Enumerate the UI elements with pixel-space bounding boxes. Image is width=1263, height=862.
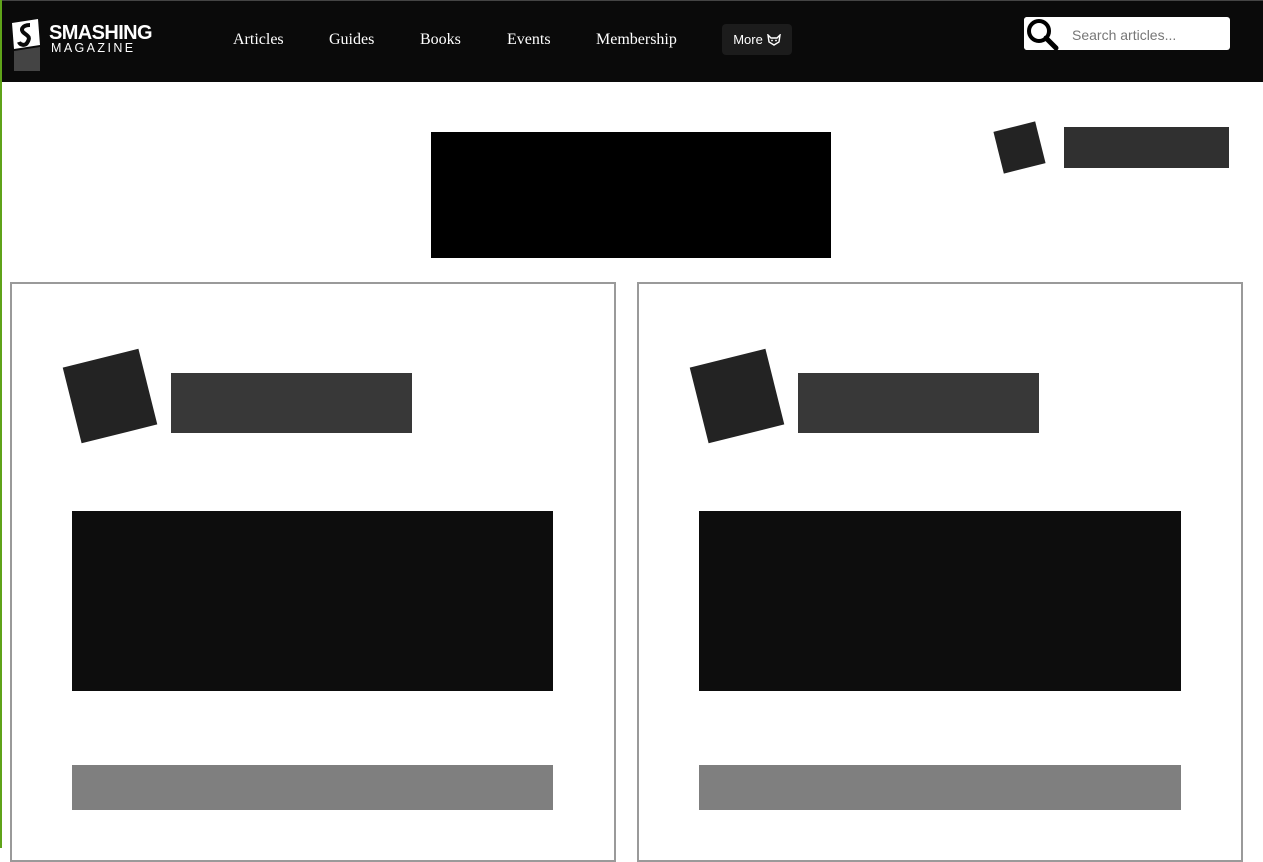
nav-guides[interactable]: Guides [329,31,374,49]
article-card [10,282,616,862]
card-text-placeholder [699,765,1181,810]
smashing-logo-icon [12,19,40,71]
card-image-placeholder [72,511,553,691]
more-button-label: More [733,32,763,47]
left-accent-stripe [0,0,2,848]
search-box [1024,17,1230,52]
nav-membership[interactable]: Membership [596,31,677,49]
card-text-placeholder [72,765,553,810]
card-title-placeholder [171,373,412,433]
logo-wordmark-bottom: MAGAZINE [51,41,136,55]
cat-icon [766,33,781,46]
card-avatar-placeholder [62,348,158,444]
card-title-placeholder [798,373,1039,433]
site-header: SMASHING MAGAZINE Articles Guides Books … [2,0,1263,82]
hero-banner-placeholder [431,132,831,258]
site-logo[interactable]: SMASHING MAGAZINE [6,19,156,73]
promo-title-placeholder [1064,127,1229,168]
article-card [637,282,1243,862]
nav-books[interactable]: Books [420,31,461,49]
nav-events[interactable]: Events [507,31,551,49]
nav-articles[interactable]: Articles [233,31,284,49]
search-icon[interactable] [1024,17,1060,51]
promo-thumbnail-placeholder [993,121,1046,174]
card-avatar-placeholder [689,348,785,444]
search-input[interactable] [1070,17,1230,52]
more-button[interactable]: More [722,24,792,55]
card-image-placeholder [699,511,1181,691]
